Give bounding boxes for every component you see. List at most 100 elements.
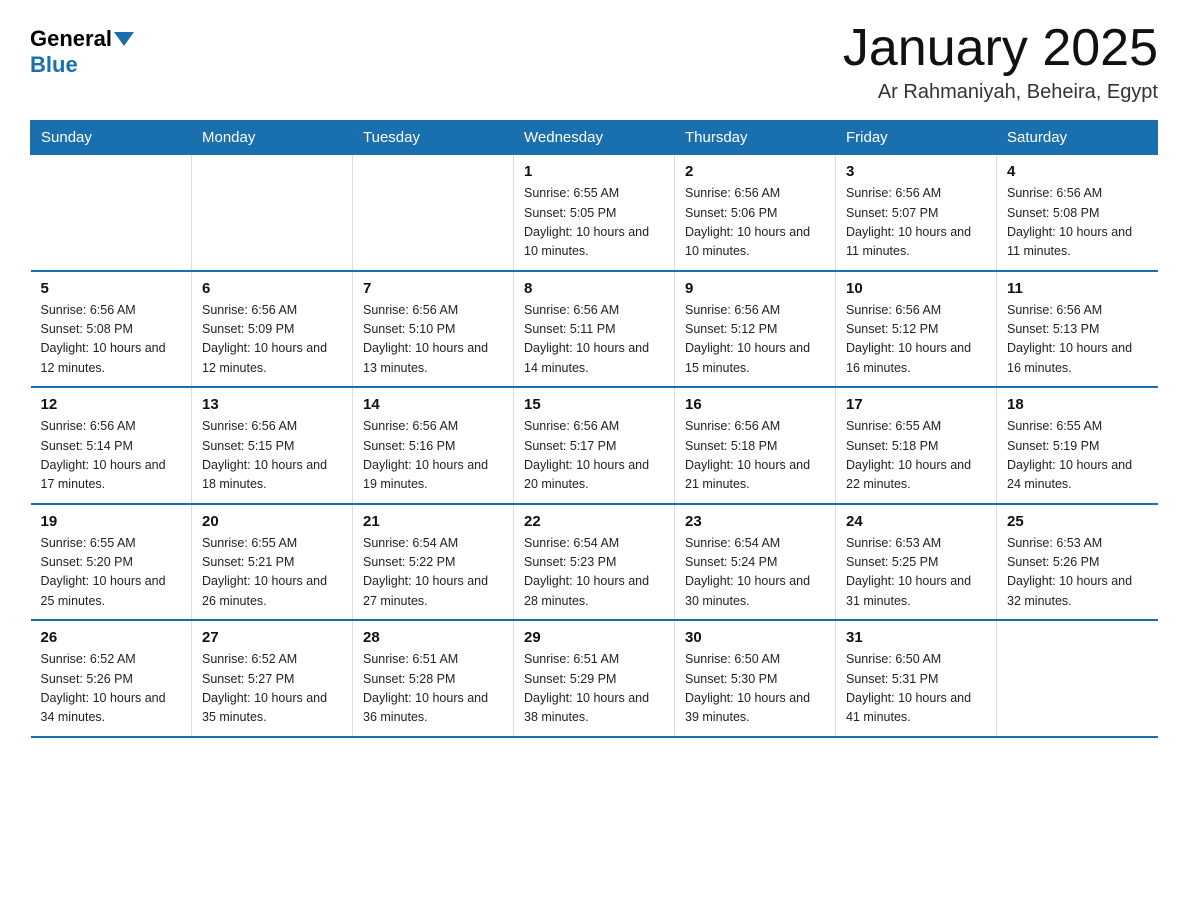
calendar-cell: 19 Sunrise: 6:55 AM Sunset: 5:20 PM Dayli… xyxy=(31,504,192,621)
day-number: 10 xyxy=(846,280,986,297)
logo-triangle-icon xyxy=(114,32,134,46)
calendar-title: January 2025 xyxy=(843,20,1158,77)
day-number: 16 xyxy=(685,396,825,413)
weekday-header-tuesday: Tuesday xyxy=(353,121,514,155)
day-info: Sunrise: 6:56 AM Sunset: 5:12 PM Dayligh… xyxy=(685,301,825,379)
day-number: 25 xyxy=(1007,513,1148,530)
day-number: 30 xyxy=(685,629,825,646)
day-number: 29 xyxy=(524,629,664,646)
weekday-header-row: SundayMondayTuesdayWednesdayThursdayFrid… xyxy=(31,121,1158,155)
calendar-cell: 31 Sunrise: 6:50 AM Sunset: 5:31 PM Dayli… xyxy=(836,620,997,737)
day-number: 3 xyxy=(846,163,986,180)
calendar-cell: 15Sunrise: 6:56 AM Sunset: 5:17 PM Dayli… xyxy=(514,387,675,504)
day-info: Sunrise: 6:50 AM Sunset: 5:31 PM Dayligh… xyxy=(846,650,986,728)
day-info: Sunrise: 6:55 AM Sunset: 5:18 PM Dayligh… xyxy=(846,417,986,495)
day-number: 8 xyxy=(524,280,664,297)
day-info: Sunrise: 6:50 AM Sunset: 5:30 PM Dayligh… xyxy=(685,650,825,728)
day-number: 20 xyxy=(202,513,342,530)
day-info: Sunrise: 6:53 AM Sunset: 5:25 PM Dayligh… xyxy=(846,534,986,612)
calendar-cell: 1Sunrise: 6:55 AM Sunset: 5:05 PM Daylig… xyxy=(514,155,675,271)
day-info: Sunrise: 6:56 AM Sunset: 5:16 PM Dayligh… xyxy=(363,417,503,495)
calendar-cell: 21Sunrise: 6:54 AM Sunset: 5:22 PM Dayli… xyxy=(353,504,514,621)
calendar-cell xyxy=(31,155,192,271)
calendar-cell: 8Sunrise: 6:56 AM Sunset: 5:11 PM Daylig… xyxy=(514,271,675,388)
day-info: Sunrise: 6:56 AM Sunset: 5:08 PM Dayligh… xyxy=(1007,184,1148,262)
day-info: Sunrise: 6:56 AM Sunset: 5:18 PM Dayligh… xyxy=(685,417,825,495)
day-number: 31 xyxy=(846,629,986,646)
calendar-cell xyxy=(997,620,1158,737)
day-info: Sunrise: 6:54 AM Sunset: 5:24 PM Dayligh… xyxy=(685,534,825,612)
logo-blue-text: Blue xyxy=(30,52,78,77)
day-number: 24 xyxy=(846,513,986,530)
day-number: 15 xyxy=(524,396,664,413)
day-number: 11 xyxy=(1007,280,1148,297)
day-number: 13 xyxy=(202,396,342,413)
calendar-cell: 12 Sunrise: 6:56 AM Sunset: 5:14 PM Dayli… xyxy=(31,387,192,504)
day-number: 12 xyxy=(41,396,182,413)
calendar-week-row: 1Sunrise: 6:55 AM Sunset: 5:05 PM Daylig… xyxy=(31,155,1158,271)
day-info: Sunrise: 6:55 AM Sunset: 5:19 PM Dayligh… xyxy=(1007,417,1148,495)
weekday-header-saturday: Saturday xyxy=(997,121,1158,155)
day-info: Sunrise: 6:55 AM Sunset: 5:05 PM Dayligh… xyxy=(524,184,664,262)
calendar-cell: 16 Sunrise: 6:56 AM Sunset: 5:18 PM Dayli… xyxy=(675,387,836,504)
calendar-week-row: 26 Sunrise: 6:52 AM Sunset: 5:26 PM Dayli… xyxy=(31,620,1158,737)
calendar-week-row: 12 Sunrise: 6:56 AM Sunset: 5:14 PM Dayli… xyxy=(31,387,1158,504)
calendar-cell: 14Sunrise: 6:56 AM Sunset: 5:16 PM Dayli… xyxy=(353,387,514,504)
logo: General Blue xyxy=(30,20,134,78)
calendar-cell: 20 Sunrise: 6:55 AM Sunset: 5:21 PM Dayli… xyxy=(192,504,353,621)
day-info: Sunrise: 6:56 AM Sunset: 5:10 PM Dayligh… xyxy=(363,301,503,379)
calendar-cell: 5Sunrise: 6:56 AM Sunset: 5:08 PM Daylig… xyxy=(31,271,192,388)
day-number: 28 xyxy=(363,629,503,646)
weekday-header-friday: Friday xyxy=(836,121,997,155)
calendar-cell: 17 Sunrise: 6:55 AM Sunset: 5:18 PM Dayli… xyxy=(836,387,997,504)
calendar-cell: 28 Sunrise: 6:51 AM Sunset: 5:28 PM Dayli… xyxy=(353,620,514,737)
day-number: 26 xyxy=(41,629,182,646)
day-info: Sunrise: 6:54 AM Sunset: 5:23 PM Dayligh… xyxy=(524,534,664,612)
calendar-cell: 11 Sunrise: 6:56 AM Sunset: 5:13 PM Dayli… xyxy=(997,271,1158,388)
calendar-cell: 9 Sunrise: 6:56 AM Sunset: 5:12 PM Daylig… xyxy=(675,271,836,388)
calendar-cell: 18 Sunrise: 6:55 AM Sunset: 5:19 PM Dayli… xyxy=(997,387,1158,504)
day-number: 17 xyxy=(846,396,986,413)
calendar-cell: 27 Sunrise: 6:52 AM Sunset: 5:27 PM Dayli… xyxy=(192,620,353,737)
day-info: Sunrise: 6:56 AM Sunset: 5:14 PM Dayligh… xyxy=(41,417,182,495)
calendar-cell: 29 Sunrise: 6:51 AM Sunset: 5:29 PM Dayli… xyxy=(514,620,675,737)
day-number: 27 xyxy=(202,629,342,646)
day-info: Sunrise: 6:51 AM Sunset: 5:28 PM Dayligh… xyxy=(363,650,503,728)
day-number: 7 xyxy=(363,280,503,297)
day-info: Sunrise: 6:53 AM Sunset: 5:26 PM Dayligh… xyxy=(1007,534,1148,612)
weekday-header-wednesday: Wednesday xyxy=(514,121,675,155)
weekday-header-sunday: Sunday xyxy=(31,121,192,155)
day-number: 22 xyxy=(524,513,664,530)
calendar-week-row: 19 Sunrise: 6:55 AM Sunset: 5:20 PM Dayli… xyxy=(31,504,1158,621)
calendar-cell: 30 Sunrise: 6:50 AM Sunset: 5:30 PM Dayli… xyxy=(675,620,836,737)
day-info: Sunrise: 6:56 AM Sunset: 5:12 PM Dayligh… xyxy=(846,301,986,379)
calendar-cell: 22 Sunrise: 6:54 AM Sunset: 5:23 PM Dayli… xyxy=(514,504,675,621)
calendar-cell: 23 Sunrise: 6:54 AM Sunset: 5:24 PM Dayli… xyxy=(675,504,836,621)
day-info: Sunrise: 6:52 AM Sunset: 5:27 PM Dayligh… xyxy=(202,650,342,728)
calendar-cell: 13 Sunrise: 6:56 AM Sunset: 5:15 PM Dayli… xyxy=(192,387,353,504)
weekday-header-thursday: Thursday xyxy=(675,121,836,155)
day-info: Sunrise: 6:55 AM Sunset: 5:20 PM Dayligh… xyxy=(41,534,182,612)
calendar-table: SundayMondayTuesdayWednesdayThursdayFrid… xyxy=(30,120,1158,738)
calendar-cell xyxy=(192,155,353,271)
day-info: Sunrise: 6:56 AM Sunset: 5:09 PM Dayligh… xyxy=(202,301,342,379)
day-info: Sunrise: 6:55 AM Sunset: 5:21 PM Dayligh… xyxy=(202,534,342,612)
day-number: 19 xyxy=(41,513,182,530)
day-info: Sunrise: 6:56 AM Sunset: 5:06 PM Dayligh… xyxy=(685,184,825,262)
weekday-header-monday: Monday xyxy=(192,121,353,155)
day-number: 2 xyxy=(685,163,825,180)
day-info: Sunrise: 6:56 AM Sunset: 5:07 PM Dayligh… xyxy=(846,184,986,262)
day-info: Sunrise: 6:52 AM Sunset: 5:26 PM Dayligh… xyxy=(41,650,182,728)
page-header: General Blue January 2025 Ar Rahmaniyah,… xyxy=(30,20,1158,104)
day-info: Sunrise: 6:56 AM Sunset: 5:15 PM Dayligh… xyxy=(202,417,342,495)
day-number: 18 xyxy=(1007,396,1148,413)
day-number: 23 xyxy=(685,513,825,530)
calendar-cell: 3 Sunrise: 6:56 AM Sunset: 5:07 PM Daylig… xyxy=(836,155,997,271)
calendar-cell: 6Sunrise: 6:56 AM Sunset: 5:09 PM Daylig… xyxy=(192,271,353,388)
day-info: Sunrise: 6:56 AM Sunset: 5:13 PM Dayligh… xyxy=(1007,301,1148,379)
calendar-cell: 24 Sunrise: 6:53 AM Sunset: 5:25 PM Dayli… xyxy=(836,504,997,621)
day-info: Sunrise: 6:51 AM Sunset: 5:29 PM Dayligh… xyxy=(524,650,664,728)
day-number: 9 xyxy=(685,280,825,297)
day-number: 4 xyxy=(1007,163,1148,180)
calendar-week-row: 5Sunrise: 6:56 AM Sunset: 5:08 PM Daylig… xyxy=(31,271,1158,388)
